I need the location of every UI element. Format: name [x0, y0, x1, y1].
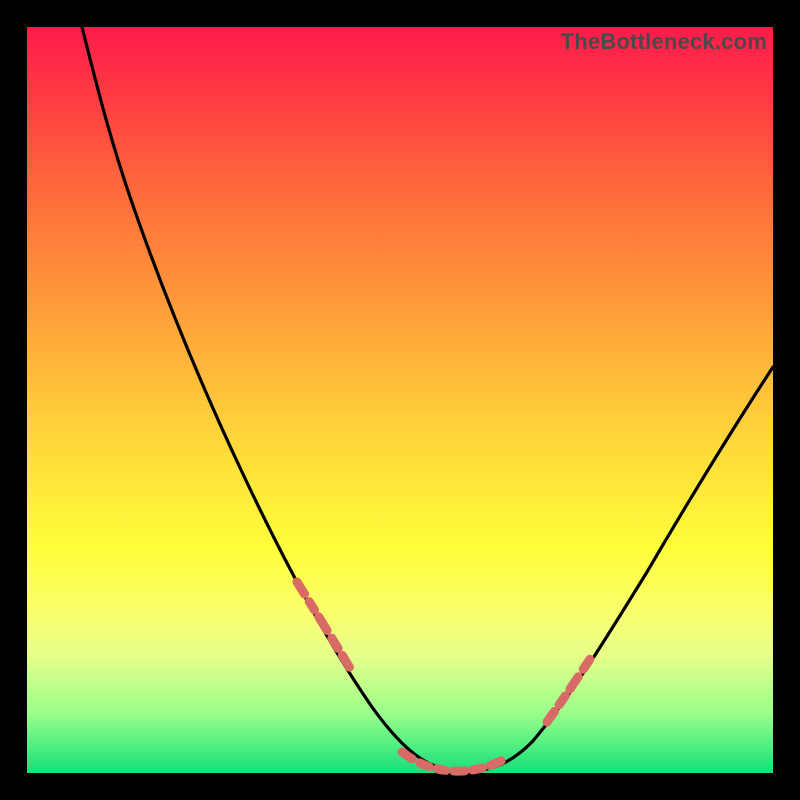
chart-frame: TheBottleneck.com	[0, 0, 800, 800]
curve-path	[82, 27, 773, 771]
dash-right	[547, 617, 617, 722]
chart-plot-area: TheBottleneck.com	[27, 27, 773, 773]
dash-bottom	[402, 751, 517, 771]
bottleneck-curve	[27, 27, 773, 773]
dash-left	[297, 582, 367, 697]
